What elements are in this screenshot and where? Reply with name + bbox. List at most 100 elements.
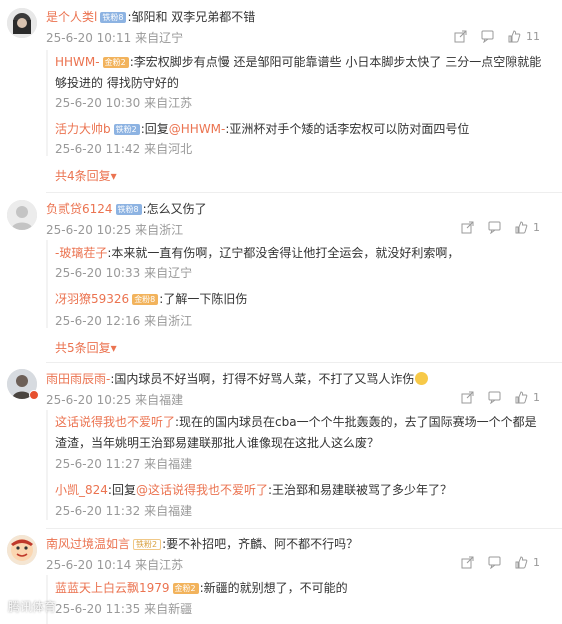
comment-time: 25-6-20 10:25	[46, 393, 132, 407]
reply-time: 25-6-20 12:16	[55, 314, 141, 328]
comment-actions: 1	[461, 556, 540, 569]
share-icon[interactable]	[454, 30, 467, 43]
thumbs-up-icon	[515, 391, 528, 404]
avatar[interactable]	[7, 535, 37, 565]
reply-location: 来自辽宁	[144, 266, 193, 280]
comment-time: 25-6-20 10:11	[46, 31, 132, 45]
comment-username[interactable]: 负贰贷6124	[46, 202, 113, 216]
more-replies-label: 共4条回复	[55, 169, 111, 183]
comment-username[interactable]: 是个人类l	[46, 10, 97, 24]
comment-meta: 25-6-20 10:14 来自江苏	[46, 557, 183, 573]
comment-text: :要不补招吧，齐麟、阿不都不行吗？	[162, 537, 359, 551]
like-count: 1	[533, 221, 540, 234]
fan-badge[interactable]: 金粉2	[102, 57, 129, 68]
share-icon[interactable]	[461, 391, 474, 404]
reply-meta: 25-6-20 10:30 来自江苏	[55, 95, 192, 111]
comment-username[interactable]: 雨田雨辰雨-	[46, 372, 110, 386]
divider	[46, 528, 562, 529]
reply-time: 25-6-20 11:32	[55, 504, 141, 518]
comment-location: 来自福建	[135, 393, 184, 407]
reply-meta: 25-6-20 11:42 来自河北	[55, 141, 192, 157]
reply-item: 冴羽獠59326 金粉8:了解一下陈旧伤	[55, 291, 247, 307]
comment-text: :怎么又伤了	[142, 202, 207, 216]
like-count: 1	[533, 556, 540, 569]
comment-icon[interactable]	[481, 30, 494, 43]
reply-time: 25-6-20 11:27	[55, 457, 141, 471]
more-replies-label: 共5条回复	[55, 341, 111, 355]
expand-replies-link[interactable]: 共5条回复▾	[55, 339, 117, 356]
comment-location: 来自浙江	[135, 223, 184, 237]
comment-text: :邹阳和 双李兄弟都不错	[127, 10, 256, 24]
fan-badge[interactable]: 铁粉2	[133, 539, 162, 550]
like-count: 11	[526, 30, 540, 43]
avatar[interactable]	[7, 8, 37, 38]
smile-emoji-icon	[415, 372, 429, 385]
reply-prefix: :回复	[107, 483, 136, 497]
like-button[interactable]: 1	[515, 556, 540, 569]
reply-item: HHWM- 金粉2:李宏权脚步有点慢 还是邹阳可能靠谱些 小日本脚步太快了 三分一…	[55, 52, 543, 94]
reply-username[interactable]: 活力大帅b	[55, 122, 111, 136]
comment-location: 来自辽宁	[135, 31, 184, 45]
reply-item: 这话说得我也不爱听了:现在的国内球员在cba一个个牛批轰轰的，去了国际赛场一个个…	[55, 412, 543, 454]
caret-down-icon: ▾	[110, 169, 117, 183]
comment-header: 负贰贷6124 铁粉8:怎么又伤了	[46, 201, 207, 217]
reply-username[interactable]: 冴羽獠59326	[55, 292, 129, 306]
comment-icon[interactable]	[488, 221, 501, 234]
like-count: 1	[533, 391, 540, 404]
reply-meta: 25-6-20 11:35 来自新疆	[55, 601, 192, 617]
fan-badge[interactable]: 铁粉2	[113, 124, 140, 135]
reply-panel	[46, 50, 48, 156]
divider	[46, 362, 562, 363]
caret-down-icon: ▾	[110, 341, 117, 355]
comment-username[interactable]: 南风过境温如言	[46, 537, 130, 551]
reply-time: 25-6-20 10:30	[55, 96, 141, 110]
reply-text: :本来就一直有伤啊，辽宁都没舍得让他打全运会，就没好利索啊，	[107, 246, 460, 260]
comment-meta: 25-6-20 10:25 来自浙江	[46, 222, 183, 238]
reply-location: 来自福建	[144, 457, 193, 471]
reply-username[interactable]: 蓝蓝天上白云飘1979	[55, 581, 170, 595]
reply-meta: 25-6-20 10:33 来自辽宁	[55, 265, 192, 281]
reply-time: 25-6-20 11:35	[55, 602, 141, 616]
reply-location: 来自浙江	[144, 314, 193, 328]
share-icon[interactable]	[461, 221, 474, 234]
reply-meta: 25-6-20 12:16 来自浙江	[55, 313, 192, 329]
reply-time: 25-6-20 11:42	[55, 142, 141, 156]
comment-time: 25-6-20 10:14	[46, 558, 132, 572]
comment-time: 25-6-20 10:25	[46, 223, 132, 237]
mention-link[interactable]: @这话说得我也不爱听了	[136, 483, 268, 497]
comment-icon[interactable]	[488, 556, 501, 569]
comment-icon[interactable]	[488, 391, 501, 404]
reply-item: 活力大帅b 铁粉2:回复@HHWM-:亚洲杯对手个矮的话李宏权可以防对面四号位	[55, 121, 469, 137]
reply-username[interactable]: 小凯_824	[55, 483, 108, 497]
reply-prefix: :回复	[140, 122, 169, 136]
share-icon[interactable]	[461, 556, 474, 569]
fan-badge[interactable]: 铁粉8	[115, 204, 142, 215]
fan-badge[interactable]: 金粉2	[172, 583, 199, 594]
fan-badge[interactable]: 金粉8	[132, 294, 159, 305]
reply-time: 25-6-20 10:33	[55, 266, 141, 280]
comment-meta: 25-6-20 10:11 来自辽宁	[46, 30, 183, 46]
mention-link[interactable]: @HHWM-	[169, 122, 226, 136]
comment-header: 雨田雨辰雨-:国内球员不好当啊，打得不好骂人菜，不打了又骂人诈伤	[46, 371, 429, 387]
like-button[interactable]: 1	[515, 221, 540, 234]
comment-actions: 11	[454, 30, 540, 43]
reply-item: -玻璃茬子:本来就一直有伤啊，辽宁都没舍得让他打全运会，就没好利索啊，	[55, 245, 459, 261]
reply-text: :了解一下陈旧伤	[159, 292, 248, 306]
comment-meta: 25-6-20 10:25 来自福建	[46, 392, 183, 408]
reply-username[interactable]: -玻璃茬子	[55, 246, 107, 260]
like-button[interactable]: 1	[515, 391, 540, 404]
reply-panel	[46, 240, 48, 328]
like-button[interactable]: 11	[508, 30, 540, 43]
fan-badge[interactable]: 铁粉8	[100, 12, 127, 23]
comment-header: 南风过境温如言 铁粉2:要不补招吧，齐麟、阿不都不行吗？	[46, 536, 358, 552]
reply-location: 来自江苏	[144, 96, 193, 110]
divider	[46, 192, 562, 193]
reply-location: 来自河北	[144, 142, 193, 156]
comment-actions: 1	[461, 391, 540, 404]
expand-replies-link[interactable]: 共4条回复▾	[55, 167, 117, 184]
reply-text: :亚洲杯对手个矮的话李宏权可以防对面四号位	[225, 122, 470, 136]
thumbs-up-icon	[508, 30, 521, 43]
avatar[interactable]	[7, 200, 37, 230]
reply-username[interactable]: HHWM-	[55, 55, 100, 69]
reply-username[interactable]: 这话说得我也不爱听了	[55, 415, 175, 429]
